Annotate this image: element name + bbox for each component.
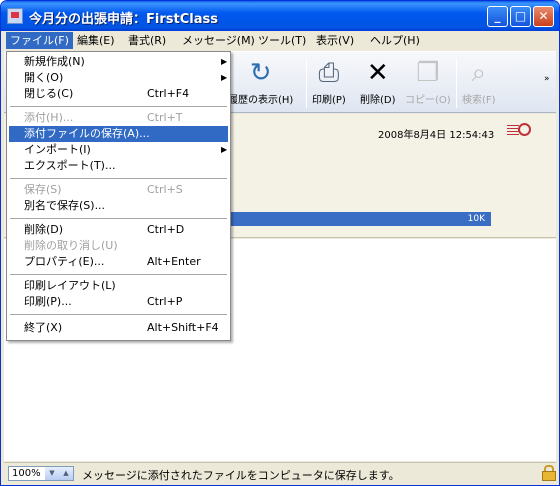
menu-item-print-layout[interactable]: 印刷レイアウト(L): [9, 278, 228, 294]
print-button[interactable]: ⎙ 印刷(P): [312, 58, 346, 106]
menu-item-save[interactable]: 保存(S) Ctrl+S: [9, 182, 228, 198]
toolbar-separator: [306, 58, 307, 108]
search-label: 検索(F): [462, 95, 496, 106]
menu-separator: [10, 314, 227, 315]
toolbar-separator: [456, 58, 457, 108]
zoom-down-icon[interactable]: ▼: [45, 467, 59, 480]
maximize-button[interactable]: □: [510, 6, 531, 27]
zoom-up-icon[interactable]: ▲: [59, 467, 73, 480]
toolbar-overflow-icon[interactable]: »: [544, 74, 550, 84]
menu-view[interactable]: 表示(V): [312, 32, 358, 49]
menu-item-import[interactable]: インポート(I) ▶: [9, 142, 228, 158]
menu-separator: [10, 218, 227, 219]
submenu-arrow-icon: ▶: [221, 145, 228, 154]
status-text: メッセージに添付されたファイルをコンピュータに保存します。: [82, 469, 400, 482]
zoom-value: 100%: [12, 468, 41, 479]
lock-icon: [542, 465, 556, 481]
history-button[interactable]: ↻ 履歴の表示(H): [228, 58, 293, 106]
file-menu: 新規作成(N) ▶ 開く(O) ▶ 閉じる(C) Ctrl+F4 添付(H)... Ct…: [6, 51, 231, 341]
menu-separator: [10, 178, 227, 179]
menu-item-save-attachment[interactable]: 添付ファイルの保存(A)...: [9, 126, 228, 142]
minimize-button[interactable]: _: [487, 6, 508, 27]
delete-x-icon: ✕: [366, 58, 389, 88]
app-window: 今月分の出張申請：FirstClass _ □ ✕ ファイル(F) 編集(E) …: [0, 0, 560, 486]
menu-item-open[interactable]: 開く(O) ▶: [9, 70, 228, 86]
menu-item-undelete[interactable]: 削除の取り消し(U): [9, 238, 228, 254]
copy-icon: ❐: [416, 58, 440, 88]
menu-edit[interactable]: 編集(E): [73, 32, 119, 49]
menu-file[interactable]: ファイル(F): [6, 32, 73, 49]
menu-item-print[interactable]: 印刷(P)... Ctrl+P: [9, 294, 228, 310]
copy-label: コピー(O): [405, 95, 451, 106]
delete-label: 削除(D): [360, 95, 396, 106]
menu-item-save-as[interactable]: 別名で保存(S)...: [9, 198, 228, 214]
menu-item-attach[interactable]: 添付(H)... Ctrl+T: [9, 110, 228, 126]
menu-help[interactable]: ヘルプ(H): [366, 32, 424, 49]
menu-item-properties[interactable]: プロパティ(E)... Alt+Enter: [9, 254, 228, 270]
menu-item-new[interactable]: 新規作成(N) ▶: [9, 54, 228, 70]
menu-bar: ファイル(F) 編集(E) 書式(R) メッセージ(M) ツール(T) 表示(V…: [4, 31, 556, 50]
menu-item-delete[interactable]: 削除(D) Ctrl+D: [9, 222, 228, 238]
menu-message[interactable]: メッセージ(M): [178, 32, 259, 49]
app-icon: [7, 8, 23, 24]
zoom-select[interactable]: 100% ▼ ▲: [8, 466, 74, 481]
search-icon: ⌕: [471, 58, 487, 88]
window-title: 今月分の出張申請：FirstClass: [29, 12, 218, 27]
delete-button[interactable]: ✕ 削除(D): [360, 58, 396, 106]
attachment-row[interactable]: 10K: [231, 212, 491, 226]
menu-tools[interactable]: ツール(T): [254, 32, 310, 49]
menu-item-close[interactable]: 閉じる(C) Ctrl+F4: [9, 86, 228, 102]
message-date: 2008年8月4日 12:54:43: [378, 130, 495, 141]
submenu-arrow-icon: ▶: [221, 73, 228, 82]
close-button[interactable]: ✕: [533, 6, 554, 27]
print-label: 印刷(P): [312, 95, 346, 106]
menu-format[interactable]: 書式(R): [124, 32, 170, 49]
submenu-arrow-icon: ▶: [221, 57, 228, 66]
postmark-icon: [507, 122, 531, 138]
status-bar: 100% ▼ ▲ メッセージに添付されたファイルをコンピュータに保存します。: [4, 462, 556, 484]
menu-item-export[interactable]: エクスポート(T)...: [9, 158, 228, 174]
attachment-size: 10K: [467, 214, 485, 224]
menu-separator: [10, 274, 227, 275]
printer-icon: ⎙: [318, 58, 340, 88]
history-label: 履歴の表示(H): [228, 95, 294, 106]
copy-button[interactable]: ❐ コピー(O): [405, 58, 451, 106]
search-button[interactable]: ⌕ 検索(F): [462, 58, 496, 106]
title-bar[interactable]: 今月分の出張申請：FirstClass _ □ ✕: [1, 1, 559, 31]
history-icon: ↻: [249, 58, 272, 88]
menu-item-exit[interactable]: 終了(X) Alt+Shift+F4: [9, 320, 228, 336]
menu-separator: [10, 106, 227, 107]
